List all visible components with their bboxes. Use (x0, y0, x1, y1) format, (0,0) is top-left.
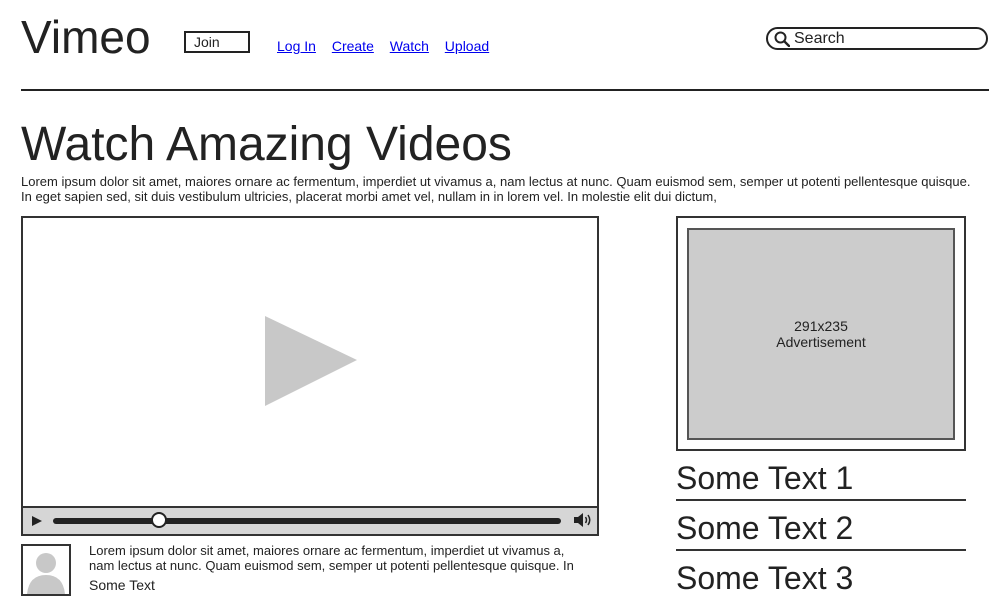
play-icon[interactable] (263, 314, 357, 410)
play-button-icon[interactable] (31, 515, 43, 527)
ad-size: 291x235 (794, 318, 848, 334)
search-input[interactable] (794, 29, 974, 48)
advertisement[interactable]: 291x235 Advertisement (676, 216, 966, 451)
search-box[interactable] (766, 27, 988, 50)
avatar[interactable] (21, 544, 71, 596)
join-button[interactable]: Join (184, 31, 250, 53)
progress-track[interactable] (53, 512, 561, 528)
sidebar-list: Some Text 1 Some Text 2 Some Text 3 (676, 458, 966, 606)
sidebar-item-1[interactable]: Some Text 1 (676, 458, 966, 501)
sidebar-item-3[interactable]: Some Text 3 (676, 558, 966, 599)
user-silhouette-icon (27, 553, 65, 594)
main-nav: Log In Create Watch Upload (277, 38, 501, 54)
video-author[interactable]: Some Text (89, 577, 155, 593)
video-description: Lorem ipsum dolor sit amet, maiores orna… (89, 543, 574, 575)
nav-watch-link[interactable]: Watch (390, 38, 429, 54)
vimeo-logo[interactable]: Vimeo (21, 10, 151, 64)
nav-login-link[interactable]: Log In (277, 38, 316, 54)
page: Vimeo Join Log In Create Watch Upload Wa… (0, 0, 997, 607)
header-divider (21, 89, 989, 91)
ad-placeholder: 291x235 Advertisement (687, 228, 955, 440)
volume-icon[interactable] (573, 513, 593, 527)
nav-create-link[interactable]: Create (332, 38, 374, 54)
search-icon (774, 31, 790, 47)
nav-upload-link[interactable]: Upload (445, 38, 489, 54)
progress-knob[interactable] (151, 512, 167, 528)
player-controls (23, 506, 597, 534)
ad-label: Advertisement (776, 334, 866, 350)
video-player[interactable] (21, 216, 599, 536)
intro-text: Lorem ipsum dolor sit amet, maiores orna… (21, 174, 971, 204)
page-title: Watch Amazing Videos (21, 118, 512, 171)
sidebar-item-2[interactable]: Some Text 2 (676, 508, 966, 551)
